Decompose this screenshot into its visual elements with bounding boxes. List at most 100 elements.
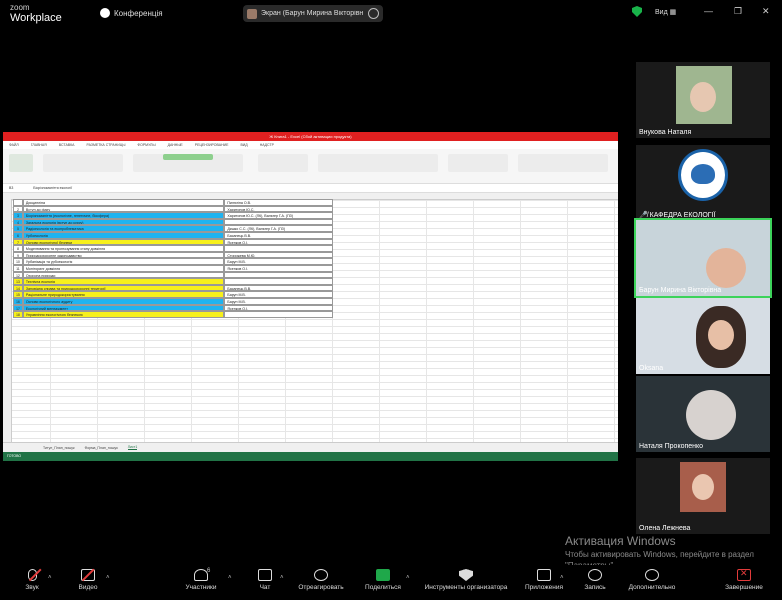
table-row[interactable]: 12 Охорона природи (13, 271, 333, 279)
discipline-cell[interactable]: Екологічний менеджмент (22, 304, 225, 312)
table-row[interactable]: 2 Вступ до фаху Харитонов Ю.С. (13, 205, 333, 213)
close-button[interactable]: ✕ (762, 6, 770, 17)
table-row[interactable]: 10 Урбанізація та урбоекологія Барун М.В. (13, 258, 333, 265)
discipline-cell[interactable]: Загальна екологія (вступ до курсу) (22, 218, 225, 226)
discipline-cell[interactable]: Охорона природи (22, 271, 225, 279)
participant-tile[interactable]: Олена Лежнева (636, 458, 770, 534)
discipline-cell[interactable]: Заповідна справа та природоохоронні тери… (22, 284, 225, 292)
table-row[interactable]: 18 Управління екологічною безпекою (13, 311, 333, 318)
name-box[interactable]: B3 (9, 186, 13, 190)
chat-button[interactable]: Чат (250, 569, 280, 591)
participant-tile[interactable]: 🎤̸ КАФЕДРА ЕКОЛОГІЇ (636, 145, 770, 221)
chevron-up-icon[interactable]: ˄ (106, 575, 110, 581)
minimize-button[interactable]: — (704, 6, 713, 16)
teacher-cell[interactable] (224, 245, 333, 252)
discipline-cell[interactable]: Урбоекологія (22, 231, 225, 239)
discipline-cell[interactable]: Управління екологічною безпекою (22, 311, 225, 318)
menu-formulas[interactable]: ФОРМУЛЫ (137, 143, 155, 147)
discipline-cell[interactable]: Моделювання та прогнозування стану довкі… (22, 245, 225, 252)
table-row[interactable]: 16 Основи екологічного аудиту Барун М.В. (13, 297, 333, 305)
row-number-cell[interactable]: 12 (13, 271, 23, 279)
teacher-cell[interactable]: Барун М.В. (224, 291, 333, 298)
video-button[interactable]: Видео (70, 569, 106, 591)
table-row[interactable]: 7 Основи екологічної безпеки Ясенков О.І. (13, 238, 333, 246)
table-row[interactable]: 11 Моніторинг довкілля Ясенков О.І. (13, 264, 333, 272)
table-row[interactable]: Дисципліна Пилюгіна О.В. (13, 199, 333, 206)
teacher-cell[interactable]: Басанець В.В. (224, 231, 333, 239)
table-row[interactable]: 6 Урбоекологія Басанець В.В. (13, 231, 333, 239)
chevron-up-icon[interactable]: ˄ (406, 575, 410, 581)
sheet-tab-active[interactable]: Лист1 (127, 445, 138, 450)
discipline-cell[interactable]: Радіоекологія та екопроблематика (22, 225, 225, 232)
participant-tile[interactable]: Наталя Прокопенко (636, 376, 770, 452)
table-row[interactable]: 17 Екологічний менеджмент Ясенков О.І. (13, 304, 333, 312)
row-number-cell[interactable]: 10 (13, 258, 23, 265)
table-row[interactable]: 5 Радіоекологія та екопроблематика Дишко С… (13, 225, 333, 232)
row-number-cell[interactable]: 15 (13, 291, 23, 298)
chevron-up-icon[interactable]: ˄ (228, 575, 232, 581)
participant-tile[interactable]: Внукова Наталя (636, 62, 770, 138)
chevron-up-icon[interactable]: ˄ (48, 575, 52, 581)
menu-home[interactable]: ГЛАВНАЯ (31, 143, 47, 147)
maximize-button[interactable]: ❐ (734, 6, 742, 17)
row-number-cell[interactable]: 9 (13, 251, 23, 259)
discipline-cell[interactable]: Дисципліна (22, 199, 225, 206)
end-button[interactable]: Завершение (716, 568, 772, 591)
teacher-cell[interactable]: Пилюгіна О.В. (224, 199, 333, 206)
view-button[interactable]: Вид ▦ (655, 8, 676, 16)
discipline-cell[interactable]: Природоохоронне законодавство (22, 251, 225, 259)
teacher-cell[interactable] (224, 218, 333, 226)
teacher-cell[interactable] (224, 311, 333, 318)
row-number-cell[interactable]: 8 (13, 245, 23, 252)
teacher-cell[interactable]: Ясенков О.І. (224, 238, 333, 246)
security-shield-icon[interactable] (632, 6, 642, 17)
table-row[interactable]: 9 Природоохоронне законодавство Сторожева … (13, 251, 333, 259)
teacher-cell[interactable]: Басанець В.В. (224, 284, 333, 292)
share-source-pill[interactable]: Экран (Барун Мирина Вікторівн (243, 5, 383, 22)
teacher-cell[interactable] (224, 271, 333, 279)
audio-button[interactable]: Звук (14, 569, 50, 591)
teacher-cell[interactable]: Сторожева М.Ю. (224, 251, 333, 259)
teacher-cell[interactable] (224, 278, 333, 285)
discipline-cell[interactable]: Біорізноманіття (екологічне, генетичне, … (22, 212, 225, 219)
chevron-up-icon[interactable]: ˄ (560, 575, 564, 581)
discipline-cell[interactable]: Урбанізація та урбоекологія (22, 258, 225, 265)
more-icon[interactable] (368, 8, 379, 19)
row-number-cell[interactable]: 7 (13, 238, 23, 246)
teacher-cell[interactable]: Барун М.В. (224, 258, 333, 265)
host-tools-button[interactable]: Инструменты организатора (418, 569, 514, 591)
share-button[interactable]: Поделиться (360, 569, 406, 591)
formula-input[interactable]: Біорізноманіття екології (33, 186, 72, 190)
table-row[interactable]: 3 Біорізноманіття (екологічне, генетичне,… (13, 212, 333, 219)
discipline-cell[interactable]: Основи екологічної безпеки (22, 238, 225, 246)
row-number-cell[interactable] (13, 199, 23, 206)
teacher-cell[interactable]: Ясенков О.І. (224, 304, 333, 312)
wrap-text-button[interactable] (163, 154, 213, 160)
paste-icon[interactable] (9, 154, 33, 172)
menu-data[interactable]: ДАННЫЕ (168, 143, 183, 147)
sheet-tab[interactable]: Титул_План_пошук (43, 446, 75, 450)
teacher-cell[interactable]: Харитонов Ю.С. (ЛК), Вальтер Г.А. (ПЗ) (224, 212, 333, 219)
menu-view[interactable]: ВИД (240, 143, 247, 147)
table-row[interactable]: 14 Заповідна справа та природоохоронні те… (13, 284, 333, 292)
row-number-cell[interactable]: 5 (13, 225, 23, 232)
row-number-cell[interactable]: 2 (13, 205, 23, 213)
participants-button[interactable]: Участники (178, 569, 224, 591)
table-row[interactable]: 4 Загальна екологія (вступ до курсу) (13, 218, 333, 226)
participant-tile[interactable]: Oksana (636, 298, 770, 374)
discipline-cell[interactable]: Вступ до фаху (22, 205, 225, 213)
discipline-cell[interactable]: Технічна екологія (22, 278, 225, 285)
more-button[interactable]: Дополнительно (624, 569, 680, 591)
teacher-cell[interactable]: Ясенков О.І. (224, 264, 333, 272)
discipline-cell[interactable]: Раціональне природокористування (22, 291, 225, 298)
row-number-cell[interactable]: 6 (13, 231, 23, 239)
teacher-cell[interactable]: Харитонов Ю.С. (224, 205, 333, 213)
conference-menu[interactable]: Конференція (100, 8, 163, 18)
row-number-cell[interactable]: 3 (13, 212, 23, 219)
row-number-cell[interactable]: 16 (13, 297, 23, 305)
sheet-tab[interactable]: Форма_План_пошук (85, 446, 118, 450)
menu-review[interactable]: РЕЦЕНЗИРОВАНИЕ (195, 143, 229, 147)
row-number-cell[interactable]: 4 (13, 218, 23, 226)
record-button[interactable]: Запись (580, 569, 610, 591)
table-row[interactable]: 15 Раціональне природокористування Барун М… (13, 291, 333, 298)
